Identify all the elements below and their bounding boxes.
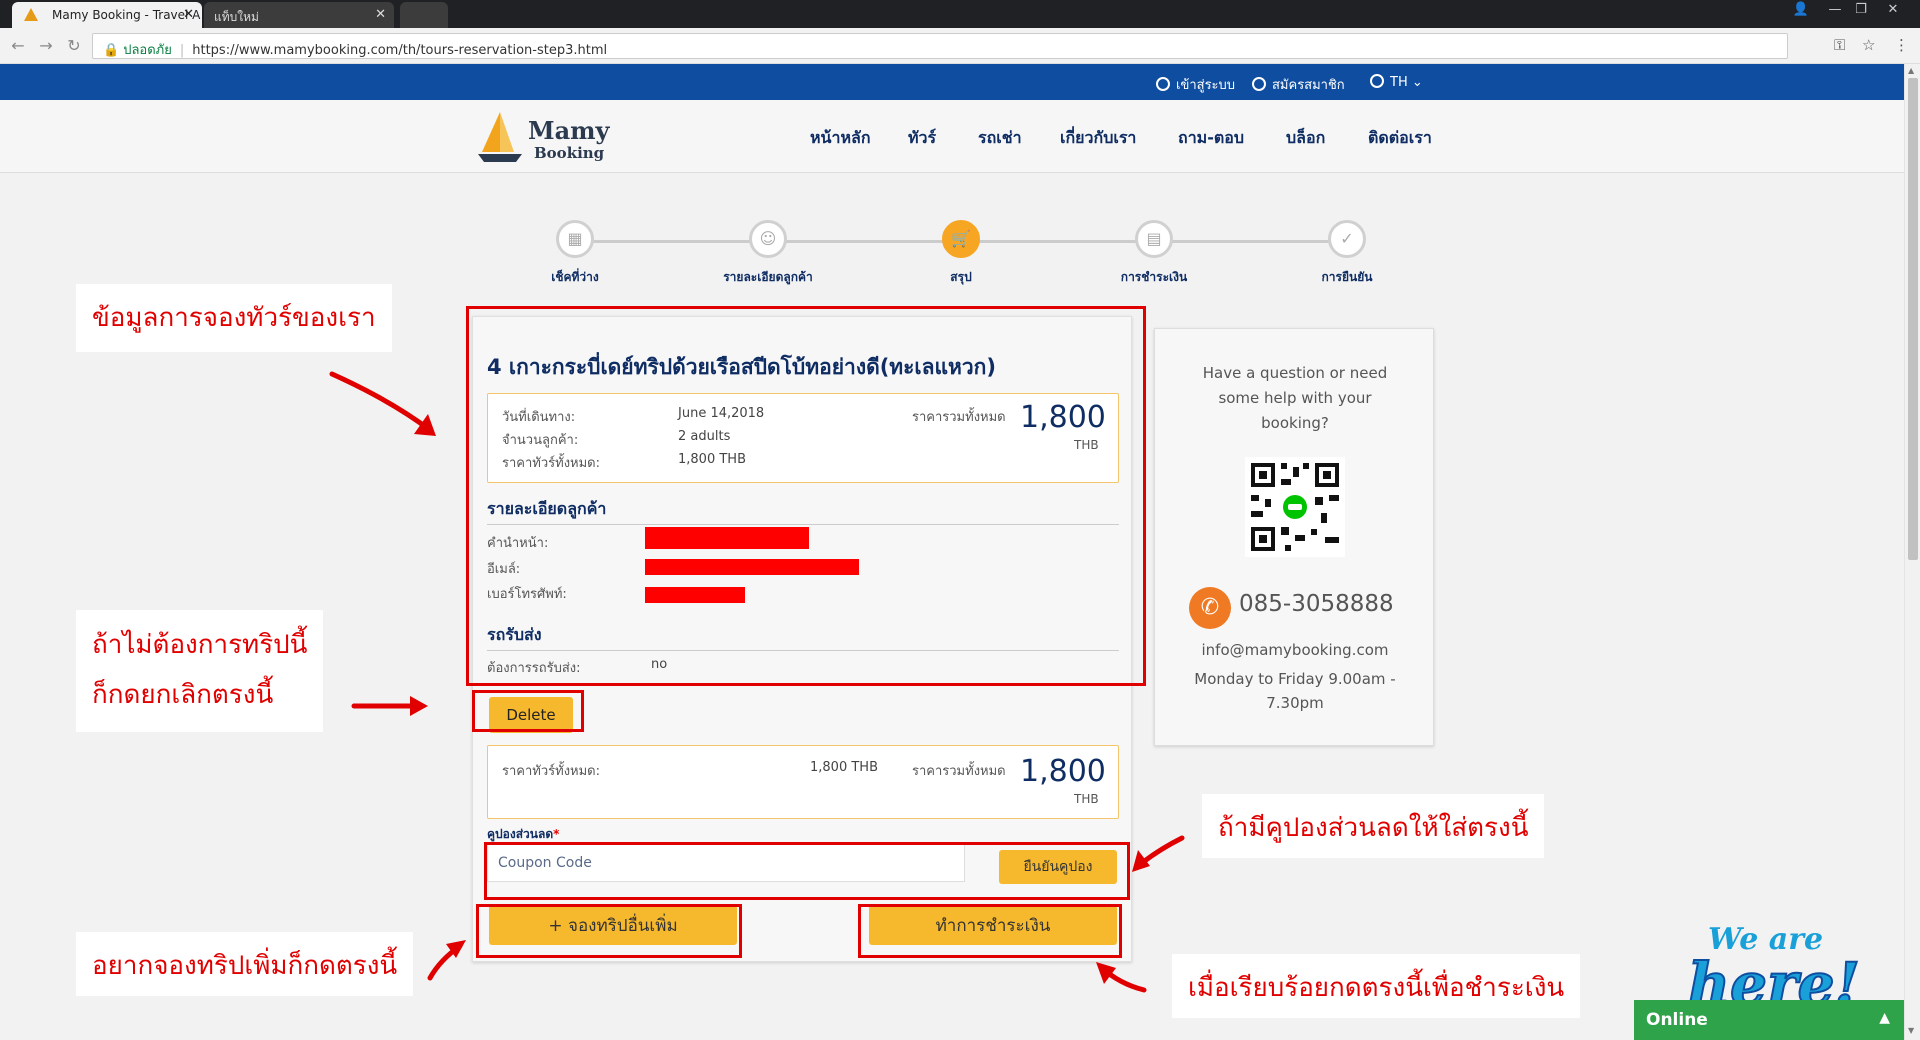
chevron-down-icon: ⌄ xyxy=(1411,75,1423,90)
check-icon: ✓ xyxy=(1328,220,1366,258)
help-question-text: Have a question or need some help with y… xyxy=(1202,364,1388,432)
booking-progress-steps: ▦ เช็คที่ว่าง ☺ รายละเอียดลูกค้า 🛒 สรุป … xyxy=(520,220,1400,290)
annotation-box-booking-info xyxy=(466,306,1146,686)
language-selector[interactable]: TH ⌄ xyxy=(1370,74,1423,90)
restore-icon[interactable]: ❐ xyxy=(1850,2,1872,22)
summary-total-label: ราคารวมทั้งหมด xyxy=(912,764,1006,779)
annotation-note-book-more: อยากจองทริปเพิ่มก็กดตรงนี้ xyxy=(76,932,414,996)
line-qr-code-icon xyxy=(1245,457,1345,557)
document-icon: ▤ xyxy=(1135,220,1173,258)
annotation-box-book-more xyxy=(476,904,742,958)
key-icon[interactable]: ⚿ xyxy=(1834,36,1845,54)
tab-title: แท็บใหม่ xyxy=(214,10,259,24)
help-email[interactable]: info@mamybooking.com xyxy=(1155,641,1435,659)
phone-icon: ✆ xyxy=(1189,587,1231,629)
annotation-box-delete xyxy=(472,690,584,732)
annotation-box-coupon xyxy=(484,842,1130,900)
summary-tour-price-label: ราคาทัวร์ทั้งหมด: xyxy=(502,764,601,779)
step-confirmation: ✓ การยืนยัน xyxy=(1292,220,1402,287)
user-circle-icon xyxy=(1252,77,1266,91)
bookmark-star-icon[interactable]: ☆ xyxy=(1862,36,1875,54)
browser-tab-strip: Mamy Booking - Travel A ✕ แท็บใหม่ ✕ 👤 —… xyxy=(0,0,1920,28)
arrow-to-pay xyxy=(1099,965,1147,993)
step-payment: ▤ การชำระเงิน xyxy=(1099,220,1209,287)
cart-icon: 🛒 xyxy=(942,220,980,258)
step-customer-details: ☺ รายละเอียดลูกค้า xyxy=(713,220,823,287)
new-tab-button[interactable] xyxy=(400,2,448,28)
site-logo[interactable]: Mamy Booking xyxy=(476,108,616,164)
logo-text-booking: Booking xyxy=(534,144,605,162)
user-icon: ☺ xyxy=(749,220,787,258)
back-icon[interactable]: ← xyxy=(8,36,28,55)
annotation-note-coupon: ถ้ามีคูปองส่วนลดให้ใส่ตรงนี้ xyxy=(1202,794,1545,858)
arrow-to-book-more xyxy=(427,943,463,981)
logo-text-mamy: Mamy xyxy=(528,116,610,145)
minimize-icon[interactable]: — xyxy=(1824,2,1846,22)
annotation-box-pay xyxy=(858,904,1122,958)
chevron-up-icon: ▲ xyxy=(1879,1010,1890,1026)
close-tab-icon[interactable]: ✕ xyxy=(375,7,386,22)
close-tab-icon[interactable]: ✕ xyxy=(183,7,194,22)
flag-icon xyxy=(1370,74,1384,88)
tab-new-tab[interactable]: แท็บใหม่ ✕ xyxy=(204,2,394,28)
site-favicon-icon xyxy=(24,8,38,21)
summary-tour-price-value: 1,800 THB xyxy=(810,760,878,775)
secure-label: ปลอดภัย xyxy=(123,43,172,58)
online-chat-bar[interactable]: Online ▲ xyxy=(1634,1000,1904,1040)
scroll-up-icon[interactable]: ▲ xyxy=(1908,66,1914,75)
arrow-to-coupon xyxy=(1135,835,1185,869)
nav-home[interactable]: หน้าหลัก xyxy=(810,126,871,151)
close-window-icon[interactable]: ✕ xyxy=(1882,2,1904,22)
calendar-icon: ▦ xyxy=(556,220,594,258)
forward-icon[interactable]: → xyxy=(36,36,56,55)
nav-blog[interactable]: บล็อก xyxy=(1286,126,1325,151)
login-link[interactable]: เข้าสู่ระบบ xyxy=(1156,74,1235,95)
annotation-note-booking-info: ข้อมูลการจองทัวร์ของเรา xyxy=(76,284,392,352)
url-text: https://www.mamybooking.com/th/tours-res… xyxy=(192,43,608,58)
profile-icon[interactable]: 👤 xyxy=(1790,2,1812,22)
annotation-note-pay: เมื่อเรียบร้อยกดตรงนี้เพื่อชำระเงิน xyxy=(1172,954,1581,1018)
scrollbar-thumb[interactable] xyxy=(1908,78,1918,560)
online-status-label: Online xyxy=(1646,1010,1708,1030)
browser-toolbar: ← → ↻ 🔒 ปลอดภัย | https://www.mamybooking.c… xyxy=(0,28,1920,64)
annotation-note-cancel: ถ้าไม่ต้องการทริปนี้ ก็กดยกเลิกตรงนี้ xyxy=(76,610,324,732)
help-hours: Monday to Friday 9.00am - 7.30pm xyxy=(1194,670,1396,712)
lock-icon: 🔒 xyxy=(103,43,120,58)
menu-icon[interactable]: ⋮ xyxy=(1894,36,1909,54)
arrow-to-booking-info xyxy=(329,371,433,433)
help-phone-number[interactable]: 085-3058888 xyxy=(1239,591,1394,617)
nav-car-rental[interactable]: รถเช่า xyxy=(978,126,1022,151)
sailboat-logo-icon xyxy=(478,112,522,162)
tab-mamy-booking[interactable]: Mamy Booking - Travel A ✕ xyxy=(12,2,202,28)
help-contact-panel: Have a question or need some help with y… xyxy=(1154,328,1434,746)
nav-about[interactable]: เกี่ยวกับเรา xyxy=(1060,126,1136,151)
address-bar[interactable]: 🔒 ปลอดภัย | https://www.mamybooking.com/th/… xyxy=(92,33,1788,59)
page-scrollbar[interactable]: ▲ ▼ xyxy=(1904,64,1920,1040)
site-top-bar: เข้าสู่ระบบ สมัครสมาชิก TH ⌄ xyxy=(0,64,1904,100)
register-link[interactable]: สมัครสมาชิก xyxy=(1252,74,1345,95)
step-summary: 🛒 สรุป xyxy=(906,220,1016,287)
price-summary-box: ราคาทัวร์ทั้งหมด: 1,800 THB ราคารวมทั้งห… xyxy=(487,745,1119,819)
nav-contact[interactable]: ติดต่อเรา xyxy=(1368,126,1432,151)
nav-faq[interactable]: ถาม-ตอบ xyxy=(1178,126,1244,151)
step-availability: ▦ เช็คที่ว่าง xyxy=(520,220,630,287)
nav-tours[interactable]: ทัวร์ xyxy=(908,126,936,151)
summary-total-value: 1,800 xyxy=(1020,754,1106,789)
site-header: Mamy Booking หน้าหลัก ทัวร์ รถเช่า เกี่ย… xyxy=(0,100,1904,173)
power-icon xyxy=(1156,77,1170,91)
scroll-down-icon[interactable]: ▼ xyxy=(1908,1026,1914,1035)
reload-icon[interactable]: ↻ xyxy=(64,36,84,55)
summary-total-currency: THB xyxy=(1074,792,1099,806)
tab-title: Mamy Booking - Travel A xyxy=(52,8,201,22)
